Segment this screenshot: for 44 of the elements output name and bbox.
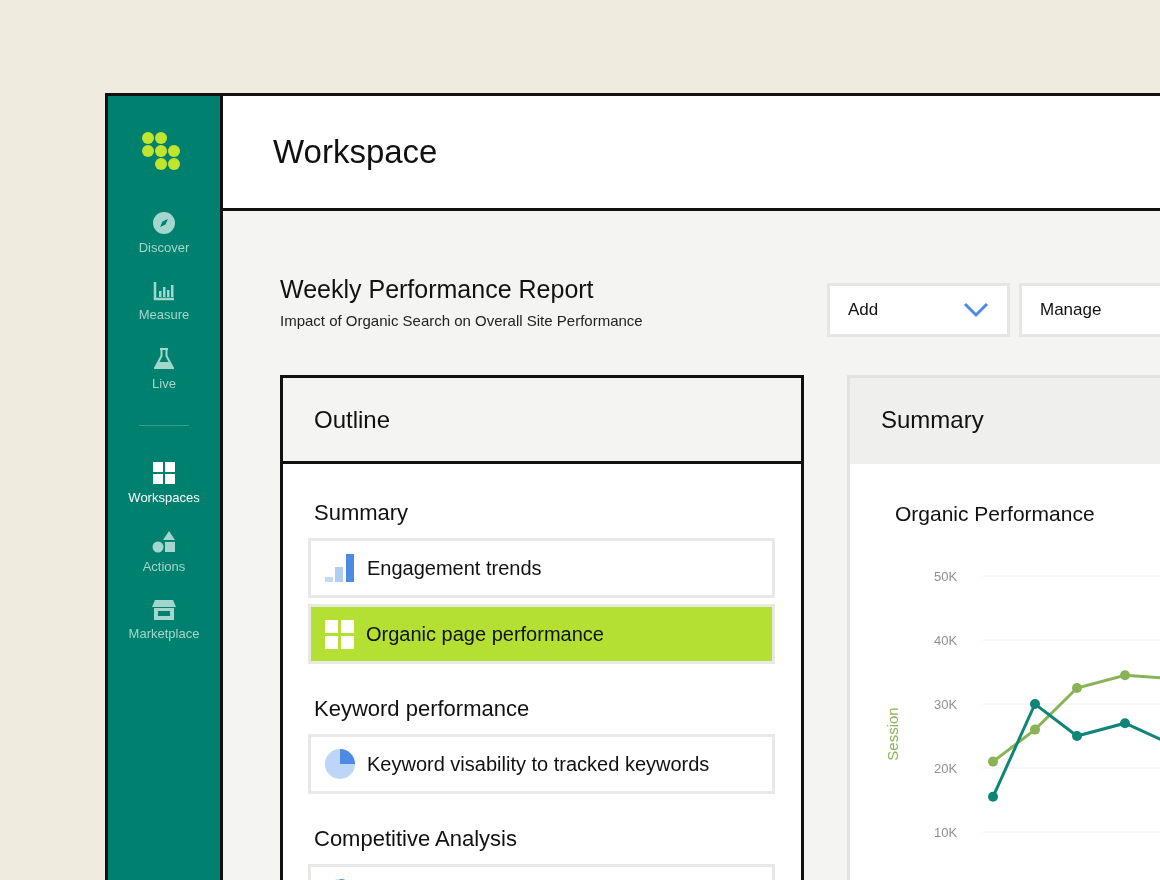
axis-tick-label: 50K bbox=[934, 569, 958, 584]
compass-icon bbox=[153, 212, 175, 234]
chevron-down-icon bbox=[963, 302, 989, 318]
outline-item[interactable]: Engagement trends bbox=[308, 538, 775, 598]
panel-title: Summary bbox=[881, 405, 984, 434]
storefront-icon bbox=[152, 600, 176, 620]
outline-item[interactable]: Keyword visability to tracked keywords bbox=[308, 734, 775, 794]
nav-item[interactable]: Marketplace bbox=[128, 600, 200, 641]
data-point bbox=[1120, 718, 1130, 729]
pie-chart-icon bbox=[325, 749, 355, 779]
axis-tick-label: 30K bbox=[934, 697, 958, 712]
axis-tick-label: 40K bbox=[934, 633, 958, 648]
data-point bbox=[1030, 699, 1040, 709]
report-subtitle: Impact of Organic Search on Overall Site Performance bbox=[280, 312, 644, 329]
grid-icon bbox=[325, 619, 354, 649]
nav-item[interactable]: Live bbox=[152, 348, 176, 391]
data-point bbox=[1072, 731, 1082, 741]
outline-item[interactable]: Organic page performance bbox=[308, 604, 775, 664]
shapes-icon bbox=[152, 531, 176, 553]
data-point bbox=[988, 791, 998, 802]
data-point bbox=[988, 756, 998, 767]
report-title: Weekly Performance Report bbox=[280, 275, 595, 304]
bar-chart-icon bbox=[153, 281, 175, 301]
section-title: Competitive Analysis bbox=[314, 826, 518, 852]
action-button[interactable]: Manage bbox=[1019, 283, 1160, 337]
page-title: Workspace bbox=[273, 133, 438, 171]
data-point bbox=[1030, 724, 1040, 735]
nav-item[interactable]: Workspaces bbox=[128, 462, 200, 505]
axis-tick-label: 20K bbox=[934, 761, 958, 776]
panel-title: Outline bbox=[314, 405, 391, 434]
flask-icon bbox=[154, 348, 174, 370]
dropdown-button[interactable]: Add bbox=[827, 283, 1010, 337]
bar-chart-icon bbox=[325, 554, 355, 582]
data-point bbox=[1120, 670, 1130, 681]
section-title: Keyword performance bbox=[314, 696, 531, 722]
nav-item[interactable]: Discover bbox=[138, 212, 190, 255]
nav-item[interactable]: Actions bbox=[142, 531, 186, 574]
grid-icon bbox=[153, 462, 175, 484]
nav-item[interactable]: Measure bbox=[138, 281, 190, 322]
data-point bbox=[1072, 683, 1082, 693]
axis-title: Session bbox=[884, 707, 901, 761]
axis-tick-label: 10K bbox=[934, 825, 958, 840]
section-title: Summary bbox=[314, 500, 410, 526]
chart-title: Organic Performance bbox=[895, 502, 1096, 526]
